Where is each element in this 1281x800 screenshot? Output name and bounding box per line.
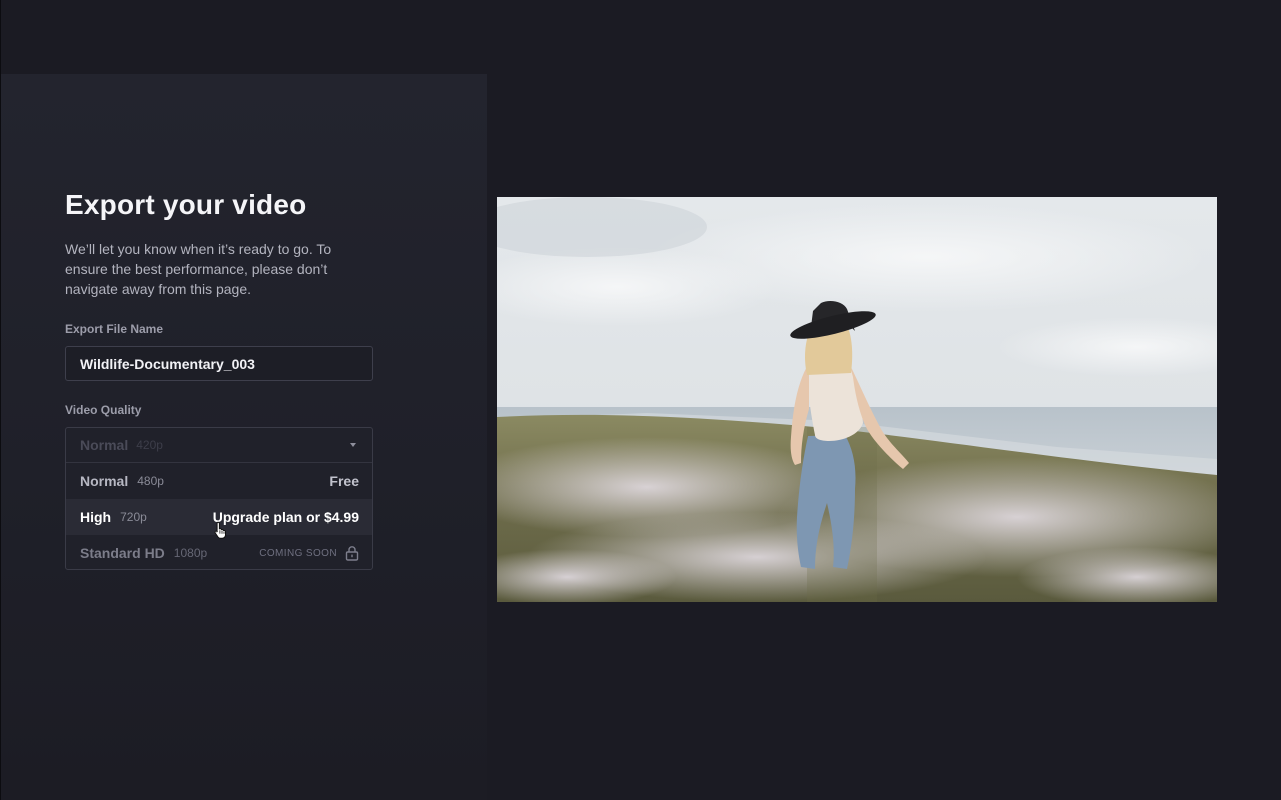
quality-option-name: Normal xyxy=(80,473,129,489)
lock-icon xyxy=(345,546,359,561)
video-quality-select[interactable]: Normal 420p xyxy=(66,428,372,463)
quality-option-resolution: 1080p xyxy=(173,546,208,560)
video-quality-dropdown: Normal 420p Normal 480p Free High 720p U… xyxy=(65,427,373,570)
quality-option-name: Standard HD xyxy=(80,545,165,561)
quality-option-standard-hd: Standard HD 1080p COMING SOON xyxy=(66,535,372,569)
upgrade-plan-link[interactable]: Upgrade plan or $4.99 xyxy=(213,499,359,535)
video-preview-illustration xyxy=(497,197,1217,602)
quality-option-resolution: 480p xyxy=(137,474,164,488)
quality-option-name: High xyxy=(80,509,112,525)
quality-option-price: Free xyxy=(329,473,359,489)
quality-option-normal[interactable]: Normal 480p Free xyxy=(66,463,372,499)
export-file-name-label: Export File Name xyxy=(65,322,164,336)
chevron-down-icon[interactable] xyxy=(350,443,356,447)
hand-pointer-cursor xyxy=(214,521,226,539)
page-title: Export your video xyxy=(65,189,307,220)
page-description: We’ll let you know when it’s ready to go… xyxy=(65,241,332,297)
quality-option-resolution: 720p xyxy=(120,510,147,524)
quality-option-status: COMING SOON xyxy=(259,535,359,569)
video-preview-image xyxy=(497,197,1217,602)
export-file-name-input[interactable] xyxy=(65,346,373,381)
export-panel: Export your video We’ll let you know whe… xyxy=(1,74,487,800)
video-quality-label: Video Quality xyxy=(65,403,142,417)
selected-quality-name: Normal xyxy=(80,437,129,453)
selected-quality-resolution: 420p xyxy=(136,438,163,452)
export-screen: Export your video We’ll let you know whe… xyxy=(0,0,1281,800)
coming-soon-badge: COMING SOON xyxy=(259,547,337,559)
